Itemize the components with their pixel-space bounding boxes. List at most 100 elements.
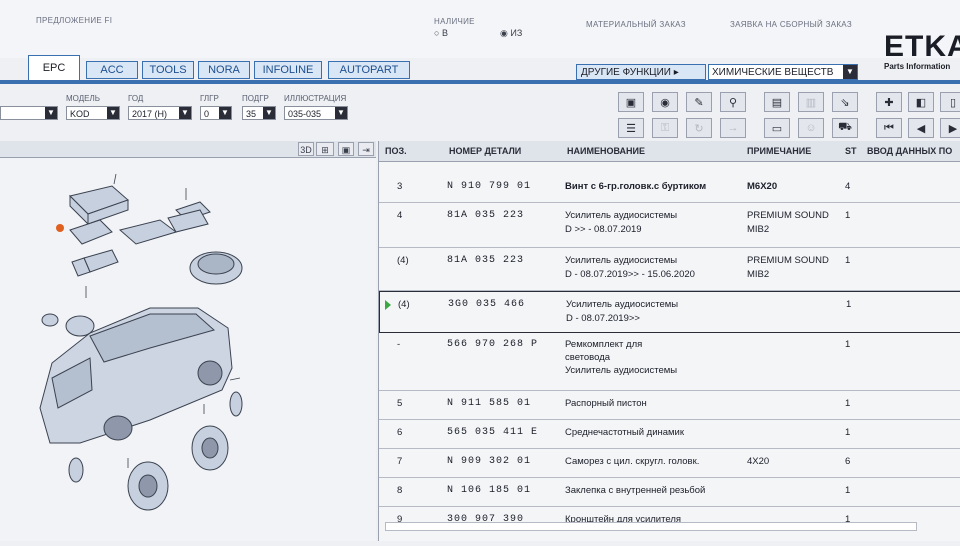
top-bar: [0, 0, 960, 58]
zoom-fit-icon[interactable]: ⊞: [316, 142, 334, 156]
availability-option-a[interactable]: ○ В: [434, 28, 448, 38]
prev-page-icon[interactable]: ◀: [908, 118, 934, 138]
other-functions-select[interactable]: ХИМИЧЕСКИЕ ВЕЩЕСТВ ▼: [708, 64, 858, 80]
other-functions-value: ХИМИЧЕСКИЕ ВЕЩЕСТВ: [712, 67, 834, 78]
illustration-select[interactable]: 035-035 ▼: [284, 106, 348, 120]
col-qty[interactable]: ST: [845, 146, 857, 156]
main-group-value: 0: [204, 109, 210, 119]
row-name-line3: Усилитель аудиосистемы: [565, 365, 678, 376]
market-select[interactable]: ▼: [0, 106, 58, 120]
other-functions-button[interactable]: ДРУГИЕ ФУНКЦИИ ▸: [576, 64, 706, 80]
tab-infoline[interactable]: INFOLINE: [254, 61, 322, 79]
avail-b-label: ИЗ: [510, 28, 523, 38]
person-icon[interactable]: ☺: [798, 118, 824, 138]
highlighted-position-marker: [56, 224, 64, 232]
row-name: Винт с 6-гр.головк.с буртиком: [565, 181, 707, 192]
main-group-label: ГЛГР: [200, 94, 219, 103]
pin-icon[interactable]: ✚: [876, 92, 902, 112]
parts-illustration[interactable]: [0, 158, 376, 541]
window-icon[interactable]: ▯: [940, 92, 960, 112]
col-name[interactable]: НАИМЕНОВАНИЕ: [567, 146, 645, 156]
assembly-order-link[interactable]: ЗАЯВКА НА СБОРНЫЙ ЗАКАЗ: [730, 20, 852, 29]
row-note: M6X20: [747, 181, 778, 192]
tab-acc[interactable]: ACC: [86, 61, 138, 79]
chevron-down-icon[interactable]: ▼: [335, 107, 347, 119]
expand-arrow-icon[interactable]: ⇥: [358, 142, 374, 156]
horizontal-scrollbar[interactable]: [385, 522, 917, 531]
cart-add-icon[interactable]: ⇘: [832, 92, 858, 112]
row-part-number: 81A 035 223: [447, 255, 525, 266]
illustration-value: 035-035: [288, 109, 322, 119]
row-qty: 1: [845, 398, 851, 409]
row-part-number: 3G0 035 466: [448, 299, 526, 310]
table-row[interactable]: 4 81A 035 223 Усилитель аудиосистемы D >…: [379, 203, 960, 248]
tab-nora[interactable]: NORA: [198, 61, 250, 79]
model-select[interactable]: KOD ▼: [66, 106, 120, 120]
row-name: Усилитель аудиосистемы: [565, 210, 678, 221]
list-icon[interactable]: ▥: [798, 92, 824, 112]
arrow-right-icon[interactable]: →: [720, 118, 746, 138]
tab-tools[interactable]: TOOLS: [142, 61, 194, 79]
parts-info-icon[interactable]: ▤: [764, 92, 790, 112]
chevron-down-icon[interactable]: ▼: [219, 107, 231, 119]
table-row[interactable]: - 566 970 268 P Ремкомплект для световод…: [379, 332, 960, 391]
chevron-down-icon[interactable]: ▼: [45, 107, 57, 119]
first-page-icon[interactable]: ⏮: [876, 118, 902, 138]
tab-epc[interactable]: EPC: [28, 55, 80, 80]
chevron-down-icon[interactable]: ▼: [107, 107, 119, 119]
availability-option-b[interactable]: ◉ ИЗ: [500, 28, 522, 39]
table-row-selected[interactable]: (4) 3G0 035 466 Усилитель аудиосистемы D…: [379, 291, 960, 333]
row-pos: 8: [397, 485, 403, 496]
row-pos: 7: [397, 456, 403, 467]
illustration-label: ИЛЛЮСТРАЦИЯ: [284, 94, 347, 103]
user-icon[interactable]: ◉: [652, 92, 678, 112]
col-data-entry[interactable]: ВВОД ДАННЫХ ПО: [867, 146, 952, 156]
image-view-icon[interactable]: ▣: [338, 142, 354, 156]
tab-underline: [0, 80, 960, 84]
next-page-icon[interactable]: ▶: [940, 118, 960, 138]
monitor-icon[interactable]: ▭: [764, 118, 790, 138]
row-note: PREMIUM SOUND: [747, 210, 829, 221]
col-note[interactable]: ПРИМЕЧАНИЕ: [747, 146, 811, 156]
material-order-link[interactable]: МАТЕРИАЛЬНЫЙ ЗАКАЗ: [586, 20, 686, 29]
subgroup-select[interactable]: 35 ▼: [242, 106, 276, 120]
row-name-line2: D - 08.07.2019>> - 15.06.2020: [565, 269, 695, 280]
print-icon[interactable]: ▣: [618, 92, 644, 112]
key-icon[interactable]: ⚿: [652, 118, 678, 138]
keyboard-icon[interactable]: ☰: [618, 118, 644, 138]
search-icon[interactable]: ⚲: [720, 92, 746, 112]
row-name: Усилитель аудиосистемы: [566, 299, 679, 310]
chevron-down-icon[interactable]: ▼: [843, 65, 857, 79]
tab-autopart[interactable]: AUTOPART: [328, 61, 410, 79]
row-part-number: 81A 035 223: [447, 210, 525, 221]
main-group-select[interactable]: 0 ▼: [200, 106, 232, 120]
table-row[interactable]: 6 565 035 411 E Среднечастотный динамик …: [379, 420, 960, 449]
col-pos[interactable]: ПОЗ.: [385, 146, 407, 156]
table-row[interactable]: 5 N 911 585 01 Распорный пистон 1: [379, 391, 960, 420]
refresh-icon[interactable]: ↻: [686, 118, 712, 138]
model-label: МОДЕЛЬ: [66, 94, 100, 103]
avail-a-label: В: [441, 28, 448, 38]
panel-icon[interactable]: ◧: [908, 92, 934, 112]
chevron-down-icon[interactable]: ▼: [263, 107, 275, 119]
model-value: KOD: [70, 109, 90, 119]
row-name: Саморез с цил. скругл. головк.: [565, 456, 700, 467]
wrench-icon[interactable]: ✎: [686, 92, 712, 112]
cart-icon[interactable]: ⛟: [832, 118, 858, 138]
row-name: Распорный пистон: [565, 398, 647, 409]
row-note: PREMIUM SOUND: [747, 255, 829, 266]
chevron-down-icon[interactable]: ▼: [179, 107, 191, 119]
etka-logo: ETKA: [884, 30, 960, 63]
row-note-line2: MIB2: [747, 269, 770, 280]
view-3d-button[interactable]: 3D: [298, 142, 314, 156]
selected-row-arrow-icon: [385, 300, 391, 310]
row-pos: 5: [397, 398, 403, 409]
col-part-number[interactable]: НОМЕР ДЕТАЛИ: [449, 146, 521, 156]
table-row[interactable]: 7 N 909 302 01 Саморез с цил. скругл. го…: [379, 449, 960, 478]
row-name-line2: световода: [565, 352, 611, 363]
table-row[interactable]: 3 N 910 799 01 Винт с 6-гр.головк.с бурт…: [379, 174, 960, 203]
row-name: Заклепка с внутренней резьбой: [565, 485, 706, 496]
table-row[interactable]: (4) 81A 035 223 Усилитель аудиосистемы D…: [379, 248, 960, 291]
year-select[interactable]: 2017 (H) ▼: [128, 106, 192, 120]
table-row[interactable]: 8 N 106 185 01 Заклепка с внутренней рез…: [379, 478, 960, 507]
